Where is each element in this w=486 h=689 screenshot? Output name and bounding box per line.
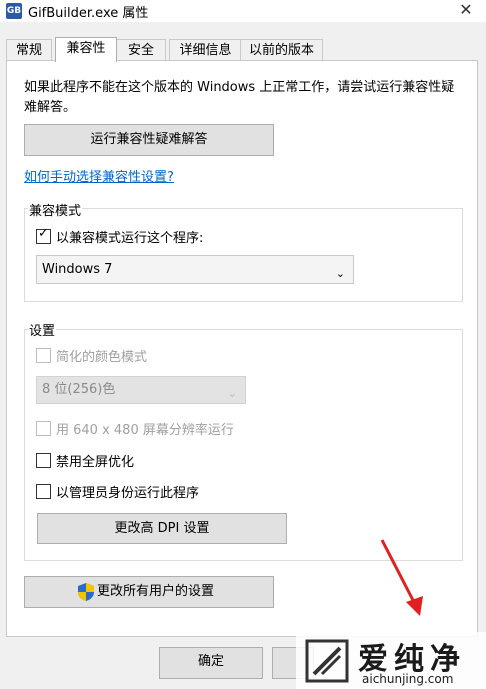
low-res-checkbox[interactable] — [36, 421, 51, 436]
chevron-down-icon: ⌄ — [335, 267, 345, 280]
run-as-admin-label: 以管理员身份运行此程序 — [56, 486, 200, 501]
tab-details[interactable]: 详细信息 — [169, 39, 242, 61]
ok-button[interactable]: 确定 — [159, 647, 263, 679]
title-bar: GB GifBuilder.exe 属性 ✕ — [0, 0, 486, 22]
disable-fullscreen-label: 禁用全屏优化 — [56, 455, 135, 470]
close-icon[interactable]: ✕ — [452, 0, 480, 20]
app-icon: GB — [6, 3, 22, 19]
chevron-down-icon: ⌄ — [227, 387, 237, 400]
watermark-logo-icon — [305, 639, 349, 683]
disable-fullscreen-checkbox[interactable] — [36, 453, 51, 468]
watermark-url: aichunjing.com — [362, 672, 454, 686]
low-res-label: 用 640 x 480 屏幕分辨率运行 — [56, 423, 234, 438]
settings-label: 设置 — [28, 320, 57, 339]
compat-mode-label: 兼容模式 — [28, 200, 83, 219]
run-as-admin-checkbox[interactable] — [36, 484, 51, 499]
tab-security[interactable]: 安全 — [116, 39, 166, 61]
properties-window: GB GifBuilder.exe 属性 ✕ 常规 兼容性 安全 详细信息 以前… — [0, 0, 486, 689]
tab-compatibility[interactable]: 兼容性 — [55, 37, 117, 62]
uac-shield-icon — [78, 583, 94, 601]
all-users-settings-label: 更改所有用户的设置 — [97, 584, 215, 599]
reduced-color-label: 简化的颜色模式 — [56, 350, 148, 365]
window-title: GifBuilder.exe 属性 — [28, 6, 149, 21]
reduced-color-checkbox[interactable] — [36, 348, 51, 363]
os-version-select[interactable]: Windows 7 ⌄ — [36, 255, 354, 284]
compat-mode-checkbox[interactable]: ✓ — [36, 226, 51, 244]
os-version-value: Windows 7 — [42, 262, 113, 277]
watermark: 爱纯净 aichunjing.com — [296, 632, 486, 689]
high-dpi-button[interactable]: 更改高 DPI 设置 — [37, 513, 287, 544]
compat-description: 如果此程序不能在这个版本的 Windows 上正常工作，请尝试运行兼容性疑难解答… — [24, 80, 455, 115]
manual-settings-link[interactable]: 如何手动选择兼容性设置? — [24, 166, 174, 185]
tab-general[interactable]: 常规 — [6, 39, 52, 61]
color-depth-select[interactable]: 8 位(256)色 ⌄ — [36, 376, 246, 404]
troubleshoot-button[interactable]: 运行兼容性疑难解答 — [24, 124, 274, 156]
compat-mode-checkbox-label: 以兼容模式运行这个程序: — [56, 231, 204, 246]
annotation-arrow-icon — [380, 539, 423, 616]
color-depth-value: 8 位(256)色 — [42, 382, 116, 397]
checkmark-icon: ✓ — [38, 226, 49, 241]
all-users-settings-button[interactable]: 更改所有用户的设置 — [24, 576, 274, 608]
tab-previous-versions[interactable]: 以前的版本 — [240, 39, 323, 61]
